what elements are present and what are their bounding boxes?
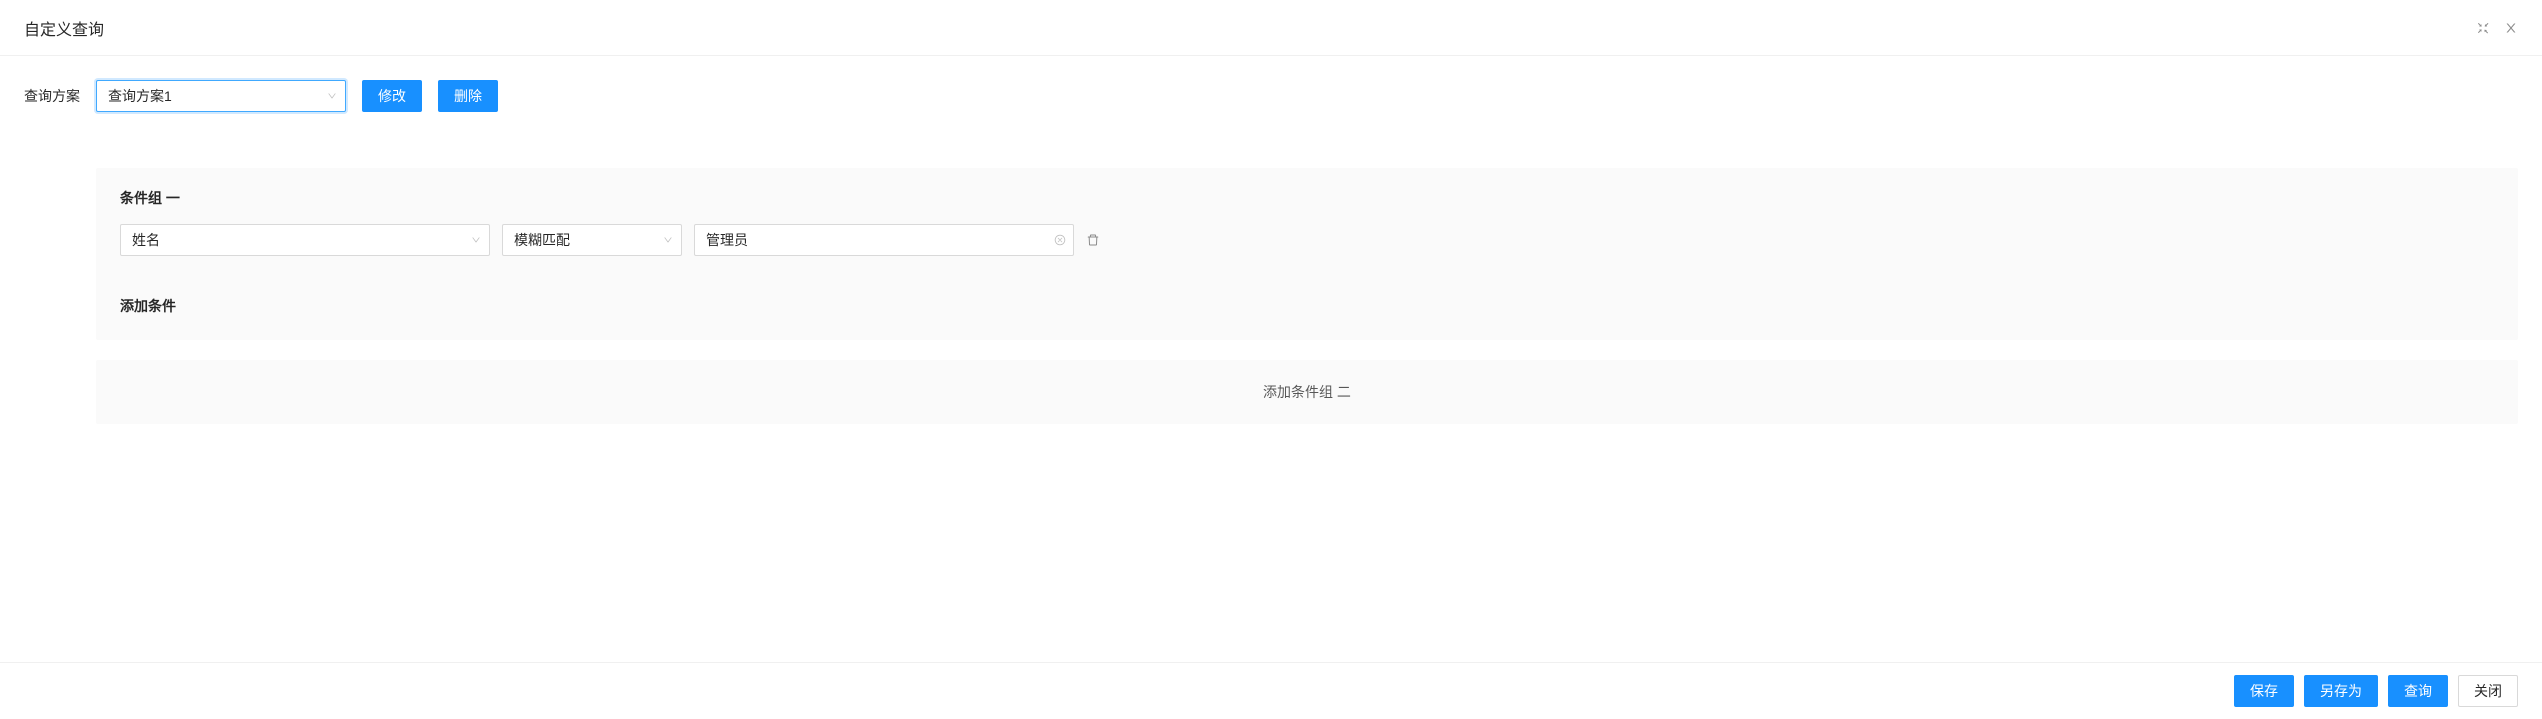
query-button[interactable]: 查询 — [2388, 675, 2448, 707]
condition-group-1: 条件组 一 姓名 模糊匹配 — [96, 168, 2518, 340]
close-icon[interactable] — [2504, 21, 2518, 35]
add-condition-button[interactable]: 添加条件 — [120, 296, 2494, 316]
edit-button[interactable]: 修改 — [362, 80, 422, 112]
close-button[interactable]: 关闭 — [2458, 675, 2518, 707]
modal-header: 自定义查询 — [0, 0, 2542, 56]
operator-select-value: 模糊匹配 — [514, 230, 570, 250]
scheme-select-value: 查询方案1 — [108, 86, 172, 106]
modal-body: 查询方案 查询方案1 修改 删除 条件组 一 姓名 模糊匹配 — [0, 56, 2542, 662]
group-title: 条件组 一 — [120, 188, 2494, 208]
operator-select[interactable]: 模糊匹配 — [502, 224, 682, 256]
condition-row: 姓名 模糊匹配 — [120, 224, 2494, 256]
delete-row-icon[interactable] — [1086, 233, 1100, 247]
add-group-label: 添加条件组 二 — [1263, 382, 1351, 402]
clear-icon[interactable] — [1054, 234, 1066, 246]
toolbar-row: 查询方案 查询方案1 修改 删除 — [24, 80, 2518, 112]
scheme-label: 查询方案 — [24, 86, 80, 106]
scheme-select[interactable]: 查询方案1 — [96, 80, 346, 112]
field-select-value: 姓名 — [132, 230, 160, 250]
modal-footer: 保存 另存为 查询 关闭 — [0, 662, 2542, 719]
modal-title: 自定义查询 — [24, 16, 104, 40]
header-icons — [2476, 21, 2518, 35]
fullscreen-exit-icon[interactable] — [2476, 21, 2490, 35]
custom-query-modal: 自定义查询 查询方案 查询方案1 修改 删除 — [0, 0, 2542, 719]
chevron-down-icon — [663, 232, 673, 248]
value-input[interactable] — [694, 224, 1074, 256]
add-condition-group-button[interactable]: 添加条件组 二 — [96, 360, 2518, 424]
field-select[interactable]: 姓名 — [120, 224, 490, 256]
chevron-down-icon — [327, 88, 337, 104]
value-input-wrap — [694, 224, 1074, 256]
save-as-button[interactable]: 另存为 — [2304, 675, 2378, 707]
chevron-down-icon — [471, 232, 481, 248]
delete-button[interactable]: 删除 — [438, 80, 498, 112]
save-button[interactable]: 保存 — [2234, 675, 2294, 707]
